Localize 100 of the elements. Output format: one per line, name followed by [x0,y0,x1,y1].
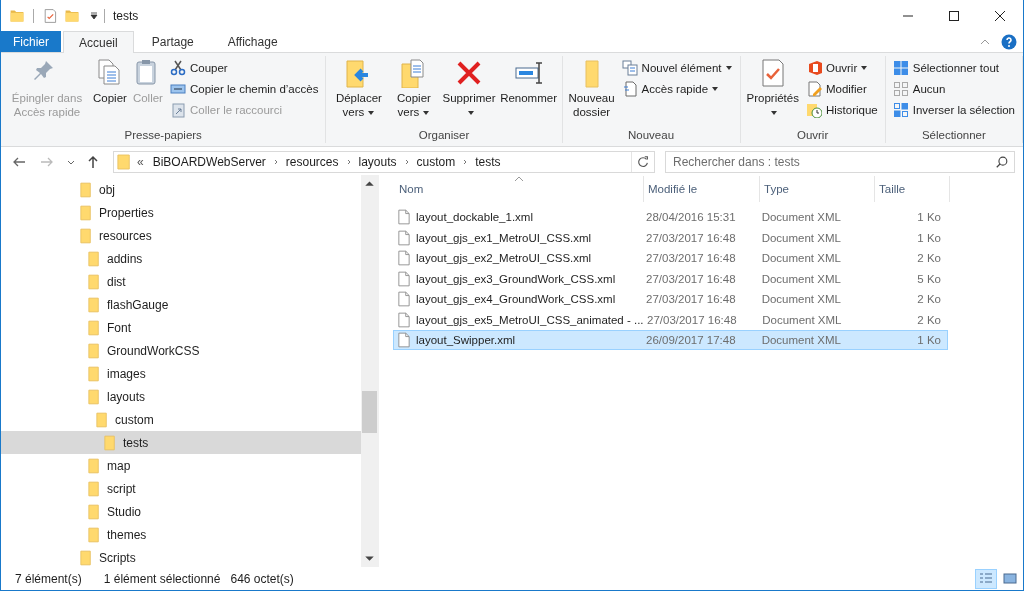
file-name: layout_gjs_ex5_MetroUI_CSS_animated - ... [416,313,644,326]
tree-item[interactable]: GroundWorkCSS [1,339,361,362]
tree-item[interactable]: Scripts [1,546,361,569]
tree-item[interactable]: themes [1,523,361,546]
group-label: Sélectionner [920,129,987,143]
file-row[interactable]: layout_Swipper.xml 26/09/2017 17:48 Document XML 1 Ko [393,330,948,350]
breadcrumb[interactable]: tests [472,155,504,169]
type-cell: Document XML [761,231,841,244]
ribbon-button[interactable]: Ouvrir [802,58,881,78]
tree-item[interactable]: flashGauge [1,293,361,316]
grid-icon [892,60,909,76]
caret-icon [770,108,779,117]
column-header[interactable]: Nom [395,176,644,202]
file-row[interactable]: layout_dockable_1.xml 28/04/2016 15:31 Document XML 1 Ko [393,207,948,227]
pencil-document-icon [805,81,822,97]
grid-icon [892,81,909,97]
date-cell: 27/03/2017 16:48 [647,313,737,326]
tree-item[interactable]: images [1,362,361,385]
ribbon-button[interactable]: Accès rapide [618,79,736,99]
tree-item[interactable]: map [1,454,361,477]
tree-item[interactable]: resources [1,224,361,247]
tree-item[interactable]: Font [1,316,361,339]
ribbon-button[interactable]: Sélectionner tout [889,58,1018,78]
ribbon-tab[interactable]: Accueil [63,31,134,53]
ribbon-button[interactable]: Renommer [499,56,558,107]
caret-icon[interactable] [90,11,98,20]
ribbon-button[interactable]: Déplacer vers [330,56,388,121]
folder-icon [88,296,100,313]
size-cell: 5 Ko [917,272,941,285]
ribbon-tab[interactable]: Fichier [1,31,61,52]
group-label: Presse-papiers [123,129,203,143]
search-field[interactable]: Rechercher dans : tests [665,151,1015,173]
ribbon-button[interactable]: Propriétés [744,56,801,121]
file-row[interactable]: layout_gjs_ex5_MetroUI_CSS_animated - ... 27/03/2017 16:48 Document XML 2 Ko [393,309,948,330]
file-row[interactable]: layout_gjs_ex1_MetroUI_CSS.xml 27/03/2017 16:48 Document XML 1 Ko [393,227,948,248]
folder-icon [88,388,100,405]
path-icon [169,81,186,97]
tree-item[interactable]: Properties [1,201,361,224]
ribbon-button[interactable]: Historique [802,100,881,120]
caret-icon [724,64,733,72]
file-name: layout_gjs_ex2_MetroUI_CSS.xml [416,252,592,264]
folder-icon [88,319,100,336]
breadcrumb[interactable]: resources [282,155,342,169]
ribbon-button[interactable]: Supprimer [440,56,498,121]
ribbon-button[interactable]: Nouveau dossier [566,56,617,121]
file-name: layout_dockable_1.xml [416,211,533,223]
file-row[interactable]: layout_gjs_ex3_GroundWork_CSS.xml 27/03/2017 16:48 Document XML 5 Ko [393,268,948,289]
overflow-chevron[interactable]: « [137,155,144,169]
type-cell: Document XML [761,334,841,346]
date-cell: 26/09/2017 17:48 [646,334,736,346]
file-row[interactable]: layout_gjs_ex4_GroundWork_CSS.xml 27/03/2017 16:48 Document XML 2 Ko [393,289,948,309]
refresh-icon[interactable] [636,155,650,169]
file-row[interactable]: layout_gjs_ex2_MetroUI_CSS.xml 27/03/2017 16:48 Document XML 2 Ko [393,248,948,268]
scrollbar-thumb[interactable] [362,391,377,433]
document-icon [398,229,410,246]
tree-item[interactable]: custom [1,408,361,431]
folder-icon [88,457,100,474]
tree-item[interactable]: obj [1,178,361,201]
help-icon[interactable] [1001,33,1017,50]
folder-icon [80,549,92,566]
ribbon-button[interactable]: Copier le chemin d’accès [166,79,322,99]
group-label: Ouvrir [795,129,830,143]
details-view-button[interactable] [975,568,997,589]
ribbon-button[interactable]: Modifier [802,79,881,99]
ribbon-button[interactable]: Copier [91,56,129,107]
column-header[interactable]: Type [760,176,875,202]
date-cell: 27/03/2017 16:48 [646,293,736,305]
window-title: tests [113,8,139,23]
tree-item[interactable]: dist [1,270,361,293]
folder-icon [88,503,100,520]
breadcrumb[interactable]: layouts [355,155,400,169]
column-header[interactable]: Modifié le [644,176,760,202]
caret-icon [422,108,431,117]
search-icon [995,155,1009,169]
tree-item[interactable]: script [1,477,361,500]
breadcrumb[interactable]: custom [413,155,459,169]
date-cell: 27/03/2017 16:48 [646,252,736,264]
ribbon-button[interactable]: Nouvel élément [618,58,736,78]
checked-document-icon[interactable] [42,6,58,25]
new-item-icon [621,60,638,76]
file-name: layout_Swipper.xml [416,334,516,346]
tree-item[interactable]: layouts [1,385,361,408]
ribbon-button[interactable]: Copier vers [389,56,439,121]
caret-icon[interactable] [67,158,75,166]
ribbon-button[interactable]: Inverser la sélection [889,100,1018,120]
type-cell: Document XML [761,211,841,223]
breadcrumb[interactable]: BiBOARDWebServer [149,155,269,169]
address-bar[interactable]: « BiBOARDWebServer resources layouts custom tests [113,151,655,173]
column-header[interactable]: Taille [875,176,950,202]
ribbon-button[interactable]: Couper [166,58,322,78]
folder-icon [117,153,131,171]
size-cell: 2 Ko [917,293,941,305]
caret-icon [860,64,869,72]
tree-item[interactable]: addins [1,247,361,270]
caret-icon [466,108,475,117]
ribbon-button[interactable]: Aucun [889,79,1018,99]
document-icon [398,332,410,348]
tree-item[interactable]: tests [1,431,361,454]
size-cell: 1 Ko [917,231,941,244]
tree-item[interactable]: Studio [1,500,361,523]
